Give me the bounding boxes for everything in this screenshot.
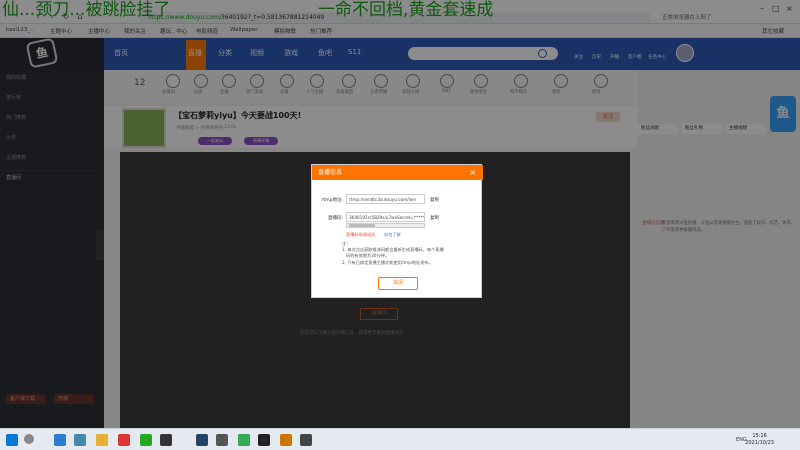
stream-code-label: 直播码:	[327, 216, 343, 221]
app-icon[interactable]	[238, 434, 250, 446]
help-link[interactable]: 如何了解	[384, 232, 401, 238]
start-icon[interactable]	[6, 434, 18, 446]
note-line: 码的有效期为30分钟。	[346, 253, 390, 258]
clock-time: 15:16	[752, 433, 767, 439]
close-icon[interactable]: ×	[469, 165, 476, 180]
code-scrollbar[interactable]	[346, 223, 425, 228]
app-icon[interactable]	[280, 434, 292, 446]
system-clock[interactable]: 15:16 2021/10/23	[745, 433, 774, 447]
app-icon[interactable]	[216, 434, 228, 446]
copy-code-button[interactable]: 复制	[430, 215, 439, 221]
rtmp-address-field[interactable]: rtmp://sendtc3a.douyu.com/live	[346, 194, 425, 204]
app-icon[interactable]	[258, 434, 270, 446]
copy-rtmp-button[interactable]: 复制	[430, 197, 439, 203]
dialog-title: 直播信息	[312, 165, 483, 180]
app-icon[interactable]	[140, 434, 152, 446]
app-icon[interactable]	[74, 434, 86, 446]
app-icon[interactable]	[118, 434, 130, 446]
warning-text: 直播码申请成功	[346, 232, 376, 237]
app-icon[interactable]	[300, 434, 312, 446]
app-icon[interactable]	[196, 434, 208, 446]
rtmp-label: rtmp地址:	[321, 198, 343, 203]
stream-info-dialog: 直播信息 × rtmp地址: rtmp://sendtc3a.douyu.com…	[311, 164, 483, 298]
search-taskbar-icon[interactable]	[24, 434, 34, 444]
windows-taskbar: ENG 15:16 2021/10/23	[0, 428, 800, 450]
note-line: 2. 只有已绑定直播主播才能使用rtmp地址发布。	[342, 260, 433, 265]
dialog-close-button[interactable]: 关闭	[378, 277, 418, 290]
clock-date: 2021/10/23	[745, 440, 774, 446]
app-icon[interactable]	[160, 434, 172, 446]
edge-icon[interactable]	[54, 434, 66, 446]
stream-code-field[interactable]: 3640192rs5829s/u7wxSecret=**********	[346, 212, 425, 222]
chrome-icon[interactable]	[96, 434, 108, 446]
